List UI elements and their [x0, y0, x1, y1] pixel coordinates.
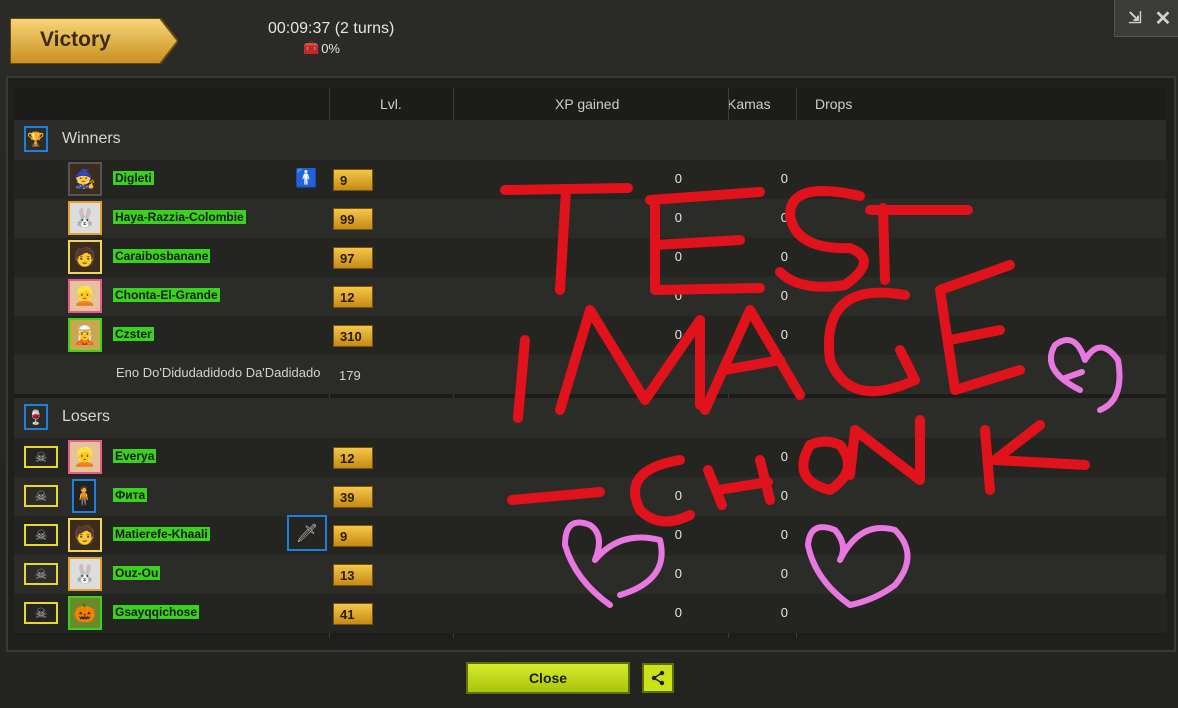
level-badge: 99 — [333, 208, 373, 230]
kamas-value: 0 — [780, 488, 788, 503]
player-name[interactable]: Digleti — [113, 171, 154, 185]
avatar: 🎃 — [68, 596, 102, 630]
level-badge: 9 — [333, 525, 373, 547]
share-button[interactable] — [642, 663, 674, 693]
chest-icon: 🧰 — [303, 40, 320, 55]
kamas-value: 0 — [780, 249, 788, 264]
minimize-icon[interactable]: ⇲ — [1121, 4, 1149, 32]
kamas-value: 0 — [780, 527, 788, 542]
column-header-kamas: Kamas — [727, 96, 771, 112]
fight-duration: 00:09:37 (2 turns) — [268, 20, 395, 37]
winners-label: Winners — [62, 130, 121, 147]
xp-value: 0 — [674, 171, 682, 186]
avatar: 🐰 — [68, 201, 102, 235]
player-name[interactable]: Eno Do'Didudadidodo Da'Dadidado — [114, 366, 322, 380]
xp-value: 0 — [674, 488, 682, 503]
sword-icon[interactable]: 🗡 — [287, 515, 327, 551]
kamas-value: 0 — [780, 605, 788, 620]
level-badge: 310 — [333, 325, 373, 347]
avatar: 🧝 — [68, 318, 102, 352]
results-table: Lvl. XP gained Kamas Drops 🏆 Winners 🧙 D… — [14, 88, 1166, 638]
level-badge: 97 — [333, 247, 373, 269]
table-row[interactable]: 🧑 Caraibosbanane 97 0 0 — [14, 238, 1166, 277]
xp-value: 0 — [674, 210, 682, 225]
table-row[interactable]: 👱 Chonta-El-Grande 12 0 0 — [14, 277, 1166, 316]
column-header-drops: Drops — [815, 96, 853, 112]
chest-bonus: 🧰 0% — [303, 40, 340, 56]
player-name[interactable]: Фита — [113, 488, 148, 502]
xp-value: 0 — [674, 288, 682, 303]
losers-label: Losers — [62, 408, 111, 425]
xp-value: 0 — [674, 249, 682, 264]
xp-value: 0 — [674, 605, 682, 620]
skull-icon: ☠ — [24, 485, 58, 507]
column-header-lvl: Lvl. — [380, 96, 402, 112]
xp-value: 0 — [674, 327, 682, 342]
losers-section-header: 🍷 Losers — [14, 398, 1166, 438]
level-badge: 41 — [333, 603, 373, 625]
kamas-value: 0 — [780, 566, 788, 581]
table-row[interactable]: ☠ 🧍 Фита 39 0 0 — [14, 477, 1166, 516]
player-name[interactable]: Haya-Razzia-Colombie — [113, 210, 246, 224]
winners-section-header: 🏆 Winners — [14, 120, 1166, 160]
avatar: 👱 — [68, 279, 102, 313]
trophy-icon: 🏆 — [24, 126, 48, 152]
avatar: 🧍 — [72, 479, 96, 513]
player-name[interactable]: Everya — [113, 449, 157, 463]
table-row[interactable]: ☠ 🧑 Matierefe-Khaali 🗡 9 0 0 — [14, 515, 1166, 555]
level-badge: 9 — [333, 169, 373, 191]
table-row[interactable]: 🧝 Czster 310 0 0 — [14, 316, 1166, 355]
level-badge: 39 — [333, 486, 373, 508]
level-value: 179 — [339, 367, 361, 383]
avatar: 🧑 — [68, 518, 102, 552]
level-badge: 13 — [333, 564, 373, 586]
table-row[interactable]: 🧙 Digleti 🚹 9 0 0 — [14, 160, 1166, 199]
close-button[interactable]: Close — [466, 662, 630, 694]
chest-percent: 0% — [321, 40, 340, 56]
column-header-xp: XP gained — [555, 96, 620, 112]
victory-banner: Victory — [10, 18, 178, 64]
table-row[interactable]: 🐰 Haya-Razzia-Colombie 99 0 0 — [14, 199, 1166, 238]
avatar: 👱 — [68, 440, 102, 474]
table-row[interactable]: ☠ 🐰 Ouz-Ou 13 0 0 — [14, 555, 1166, 594]
skull-icon: ☠ — [24, 602, 58, 624]
table-row[interactable]: ☠ 👱 Everya 12 0 — [14, 438, 1166, 477]
kamas-value: 0 — [780, 210, 788, 225]
window-controls: ⇲ ✕ — [1114, 0, 1178, 37]
skull-icon: ☠ — [24, 563, 58, 585]
skull-icon: ☠ — [24, 446, 58, 468]
results-window: Victory 00:09:37 (2 turns) 🧰 0% ⇲ ✕ Lvl.… — [0, 0, 1178, 708]
share-icon — [651, 670, 665, 686]
broken-trophy-icon: 🍷 — [24, 404, 48, 430]
avatar: 🧙 — [68, 162, 102, 196]
kamas-value: 0 — [780, 327, 788, 342]
xp-value: 0 — [674, 566, 682, 581]
skull-icon: ☠ — [24, 524, 58, 546]
table-row[interactable]: ☠ 🎃 Gsayqqichose 41 0 0 — [14, 594, 1166, 633]
kamas-value: 0 — [780, 288, 788, 303]
level-badge: 12 — [333, 286, 373, 308]
player-name[interactable]: Czster — [113, 327, 154, 341]
result-title: Victory — [40, 28, 111, 51]
close-icon[interactable]: ✕ — [1149, 4, 1177, 32]
player-name[interactable]: Caraibosbanane — [113, 249, 211, 263]
player-name[interactable]: Ouz-Ou — [113, 566, 161, 580]
avatar: 🐰 — [68, 557, 102, 591]
xp-value: 0 — [674, 527, 682, 542]
avatar: 🧑 — [68, 240, 102, 274]
player-name[interactable]: Gsayqqichose — [113, 605, 200, 619]
table-row[interactable]: Eno Do'Didudadidodo Da'Dadidado 179 — [14, 355, 1166, 394]
player-name[interactable]: Chonta-El-Grande — [113, 288, 220, 302]
player-name[interactable]: Matierefe-Khaali — [113, 527, 210, 541]
kamas-value: 0 — [780, 449, 788, 464]
character-icon: 🚹 — [295, 168, 318, 188]
kamas-value: 0 — [780, 171, 788, 186]
level-badge: 12 — [333, 447, 373, 469]
